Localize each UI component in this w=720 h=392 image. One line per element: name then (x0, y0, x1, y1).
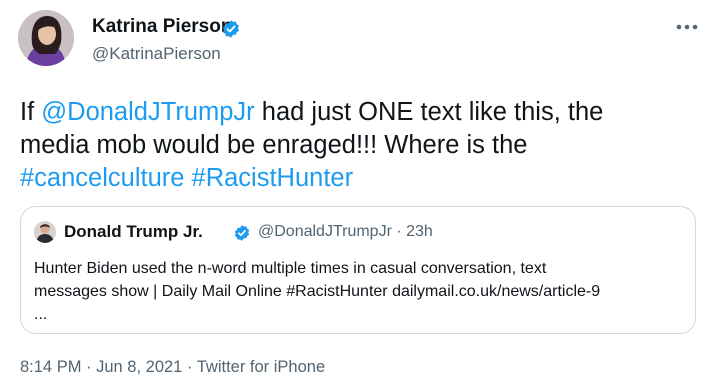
tweet-time[interactable]: 8:14 PM (20, 358, 81, 376)
quoted-author-name[interactable]: Donald Trump Jr. (64, 222, 203, 242)
quoted-tweet-card[interactable]: Donald Trump Jr. @DonaldJTrumpJr · 23h H… (20, 206, 696, 334)
quoted-text-line-3: ... (34, 306, 48, 323)
quoted-text-line-1: Hunter Biden used the n-word multiple ti… (34, 260, 547, 277)
tweet-text-segment (184, 164, 191, 192)
quoted-author-handle[interactable]: @DonaldJTrumpJr (258, 223, 392, 240)
more-options-button[interactable] (672, 14, 702, 40)
hashtag-link-cancelculture[interactable]: #cancelculture (20, 164, 184, 192)
tweet-text-segment: If (20, 98, 42, 126)
profile-photo (18, 10, 74, 66)
quoted-tweet-time[interactable]: 23h (406, 223, 433, 240)
author-handle[interactable]: @KatrinaPierson (92, 44, 221, 64)
mention-link[interactable]: @DonaldJTrumpJr (41, 98, 254, 126)
verified-badge-icon (223, 20, 239, 38)
tweet-source[interactable]: Twitter for iPhone (197, 358, 325, 376)
hashtag-link-racisthunter[interactable]: #RacistHunter (192, 164, 354, 192)
tweet-line-1: If @DonaldJTrumpJr had just ONE text lik… (20, 96, 710, 129)
tweet-line-2: media mob would be enraged!!! Where is t… (20, 131, 528, 159)
author-name[interactable]: Katrina Pierson (92, 16, 232, 38)
footer-separator: · (81, 358, 97, 376)
quoted-tweet-text: Hunter Biden used the n-word multiple ti… (34, 257, 684, 326)
footer-separator: · (182, 358, 197, 376)
tweet-date[interactable]: Jun 8, 2021 (96, 358, 182, 376)
tweet-text: If @DonaldJTrumpJr had just ONE text lik… (20, 96, 710, 195)
quoted-text-line-2: messages show | Daily Mail Online #Racis… (34, 283, 601, 300)
profile-photo (34, 221, 56, 243)
meta-separator: · (391, 223, 407, 240)
tweet-text-segment: had just ONE text like this, the (254, 98, 604, 126)
quoted-tweet-meta: @DonaldJTrumpJr · 23h (258, 223, 433, 241)
verified-badge-icon (234, 225, 250, 241)
more-options-icon (676, 24, 698, 30)
tweet-footer: 8:14 PM · Jun 8, 2021 · Twitter for iPho… (20, 358, 325, 377)
tweet-line-3: #cancelculture #RacistHunter (20, 162, 710, 195)
author-avatar[interactable] (18, 10, 74, 66)
quoted-author-avatar[interactable] (34, 221, 56, 243)
tweet-card: Katrina Pierson @KatrinaPierson If @Dona… (0, 0, 720, 392)
